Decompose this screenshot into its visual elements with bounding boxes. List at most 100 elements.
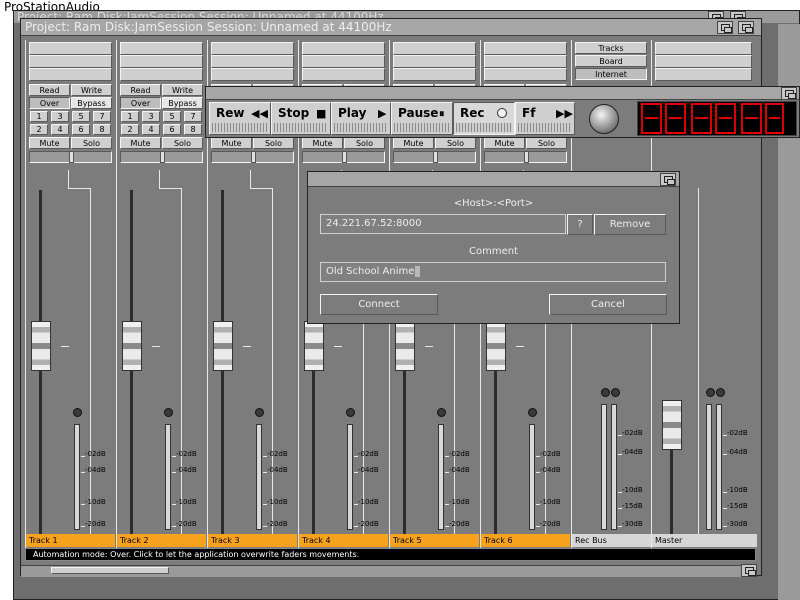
track-label-2[interactable]: Track 2 xyxy=(117,534,206,547)
send-button-2-6[interactable]: 4 xyxy=(142,124,160,135)
transport-collapse-icon[interactable] xyxy=(781,87,797,100)
fader-handle-6[interactable] xyxy=(486,321,506,371)
over-button-2[interactable]: Over xyxy=(120,97,161,109)
send-button-2-1[interactable]: 1 xyxy=(121,111,139,122)
track-label-6[interactable]: Track 6 xyxy=(481,534,570,547)
insert-slot-5-c[interactable] xyxy=(393,68,476,81)
dialog-titlebar[interactable] xyxy=(308,172,679,187)
insert-slot-4-b[interactable] xyxy=(302,55,385,68)
send-button-1-1[interactable]: 1 xyxy=(30,111,48,122)
mute-button-5[interactable]: Mute xyxy=(393,137,434,149)
insert-slot-2-b[interactable] xyxy=(120,55,203,68)
help-button[interactable]: ? xyxy=(567,214,593,235)
insert-slot-2-c[interactable] xyxy=(120,68,203,81)
insert-slot-2-a[interactable] xyxy=(120,42,203,55)
read-button-1[interactable]: Read xyxy=(29,84,70,96)
send-button-1-2[interactable]: 3 xyxy=(51,111,69,122)
solo-button-1[interactable]: Solo xyxy=(71,137,112,149)
rewind-button[interactable]: Rew ◀◀ xyxy=(209,102,271,135)
send-button-1-8[interactable]: 8 xyxy=(93,124,111,135)
mute-button-3[interactable]: Mute xyxy=(211,137,252,149)
solo-button-2[interactable]: Solo xyxy=(162,137,203,149)
solo-button-5[interactable]: Solo xyxy=(435,137,476,149)
stop-button[interactable]: Stop ■ xyxy=(271,102,331,135)
send-button-2-8[interactable]: 8 xyxy=(184,124,202,135)
main-window-collapse-icon[interactable] xyxy=(738,21,754,34)
insert-slot-1-c[interactable] xyxy=(29,68,112,81)
master-slot-3[interactable] xyxy=(655,68,752,81)
transport-titlebar[interactable] xyxy=(206,87,799,100)
insert-slot-3-b[interactable] xyxy=(211,55,294,68)
pan-knob-2[interactable] xyxy=(160,151,165,163)
comment-input[interactable]: Old School Anime xyxy=(320,262,666,282)
cancel-button[interactable]: Cancel xyxy=(549,294,667,315)
bypass-button-1[interactable]: Bypass xyxy=(71,97,112,109)
bypass-button-2[interactable]: Bypass xyxy=(162,97,203,109)
pan-knob-5[interactable] xyxy=(433,151,438,163)
insert-slot-1-a[interactable] xyxy=(29,42,112,55)
master-slot-1[interactable] xyxy=(655,42,752,55)
fast-forward-button[interactable]: Ff ▶▶ xyxy=(515,102,575,135)
play-button[interactable]: Play ▶ xyxy=(331,102,391,135)
remove-button[interactable]: Remove xyxy=(594,214,666,235)
send-button-2-3[interactable]: 5 xyxy=(163,111,181,122)
pan-knob-1[interactable] xyxy=(69,151,74,163)
write-button-2[interactable]: Write xyxy=(162,84,203,96)
view-button-tracks[interactable]: Tracks xyxy=(575,42,647,54)
scrollbar-thumb[interactable] xyxy=(51,567,169,574)
send-button-1-5[interactable]: 2 xyxy=(30,124,48,135)
view-button-internet[interactable]: Internet xyxy=(575,68,647,80)
fader-handle-2[interactable] xyxy=(122,321,142,371)
fader-handle-3[interactable] xyxy=(213,321,233,371)
track-label-5[interactable]: Track 5 xyxy=(390,534,479,547)
send-button-2-2[interactable]: 3 xyxy=(142,111,160,122)
view-button-board[interactable]: Board xyxy=(575,55,647,67)
connect-button[interactable]: Connect xyxy=(320,294,438,315)
solo-button-4[interactable]: Solo xyxy=(344,137,385,149)
send-button-1-3[interactable]: 5 xyxy=(72,111,90,122)
insert-slot-5-a[interactable] xyxy=(393,42,476,55)
master-slot-2[interactable] xyxy=(655,55,752,68)
pan-knob-3[interactable] xyxy=(251,151,256,163)
over-button-1[interactable]: Over xyxy=(29,97,70,109)
fader-handle-1[interactable] xyxy=(31,321,51,371)
main-window-zoom-icon[interactable] xyxy=(717,21,733,34)
send-button-1-4[interactable]: 7 xyxy=(93,111,111,122)
jog-knob-icon[interactable] xyxy=(589,104,619,134)
mute-button-1[interactable]: Mute xyxy=(29,137,70,149)
record-button[interactable]: Rec xyxy=(453,102,515,135)
mute-button-4[interactable]: Mute xyxy=(302,137,343,149)
resize-grip-icon[interactable] xyxy=(741,564,757,577)
host-port-input[interactable]: 24.221.67.52:8000 xyxy=(320,214,566,234)
solo-button-3[interactable]: Solo xyxy=(253,137,294,149)
insert-slot-3-a[interactable] xyxy=(211,42,294,55)
send-button-2-4[interactable]: 7 xyxy=(184,111,202,122)
track-label-1[interactable]: Track 1 xyxy=(26,534,115,547)
insert-slot-4-a[interactable] xyxy=(302,42,385,55)
write-button-1[interactable]: Write xyxy=(71,84,112,96)
fader-handle-4[interactable] xyxy=(304,321,324,371)
insert-slot-6-b[interactable] xyxy=(484,55,567,68)
insert-slot-5-b[interactable] xyxy=(393,55,476,68)
send-button-2-7[interactable]: 6 xyxy=(163,124,181,135)
master-fader-handle[interactable] xyxy=(662,400,682,450)
track-label-4[interactable]: Track 4 xyxy=(299,534,388,547)
pause-button[interactable]: Pause ⏸ xyxy=(391,102,453,135)
send-button-1-6[interactable]: 4 xyxy=(51,124,69,135)
insert-slot-4-c[interactable] xyxy=(302,68,385,81)
insert-slot-6-a[interactable] xyxy=(484,42,567,55)
pan-knob-4[interactable] xyxy=(342,151,347,163)
mute-button-6[interactable]: Mute xyxy=(484,137,525,149)
fader-handle-5[interactable] xyxy=(395,321,415,371)
track-label-3[interactable]: Track 3 xyxy=(208,534,297,547)
insert-slot-1-b[interactable] xyxy=(29,55,112,68)
pan-knob-6[interactable] xyxy=(524,151,529,163)
send-button-1-7[interactable]: 6 xyxy=(72,124,90,135)
solo-button-6[interactable]: Solo xyxy=(526,137,567,149)
send-button-2-5[interactable]: 2 xyxy=(121,124,139,135)
insert-slot-3-c[interactable] xyxy=(211,68,294,81)
insert-slot-6-c[interactable] xyxy=(484,68,567,81)
dialog-collapse-icon[interactable] xyxy=(660,173,676,186)
mute-button-2[interactable]: Mute xyxy=(120,137,161,149)
read-button-2[interactable]: Read xyxy=(120,84,161,96)
